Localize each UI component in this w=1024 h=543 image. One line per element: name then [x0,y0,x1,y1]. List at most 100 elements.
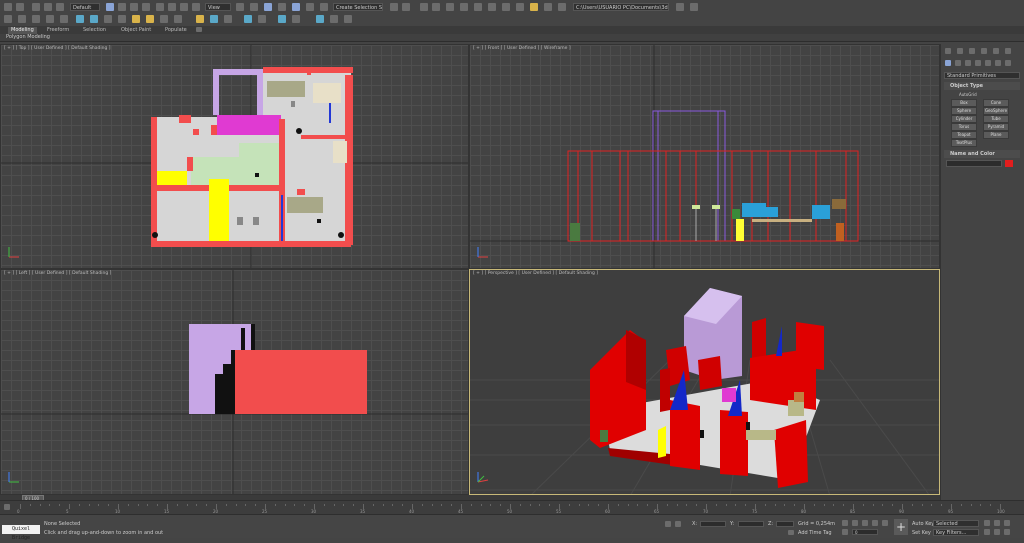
create-cylinder-icon[interactable] [104,15,112,23]
torus-button[interactable]: Torus [951,123,977,131]
polygon-modeling-label[interactable]: Polygon Modeling [6,34,50,40]
snaps-toggle-icon[interactable] [264,3,272,11]
window-crossing-icon[interactable] [142,3,150,11]
tab-populate[interactable]: Populate [162,27,190,34]
arnold-render-icon[interactable] [316,15,324,23]
spinner-snap-icon[interactable] [306,3,314,11]
set-key-button[interactable]: Set Key [912,530,931,536]
curve-editor-icon[interactable] [460,3,468,11]
edit-named-selection-icon[interactable] [320,3,328,11]
viewport-front-label[interactable]: [ + ] [ Front ] [ User Defined ] [ Wiref… [473,46,571,51]
zoom-icon[interactable] [984,520,990,526]
toggle-group-icon[interactable] [60,15,68,23]
orbit-icon[interactable] [994,529,1000,535]
next-frame-icon[interactable] [872,520,878,526]
name-color-rollout-header[interactable]: Name and Color [944,150,1020,158]
placement-icon[interactable] [192,3,200,11]
selection-set-dropdown[interactable]: Selected [933,520,979,527]
create-light-icon[interactable] [132,15,140,23]
particle-flow-icon[interactable] [292,15,300,23]
lock-icon[interactable] [665,521,671,527]
viewport-perspective[interactable]: [ + ] [ Perspective ] [ User Defined ] [… [469,269,940,495]
selection-region-icon[interactable] [18,15,26,23]
add-time-tag[interactable]: Add Time Tag [798,530,832,536]
a360-gallery-icon[interactable] [558,3,566,11]
object-type-rollout-header[interactable]: Object Type [944,82,1020,90]
geosphere-button[interactable]: GeoSphere [983,107,1009,115]
cylinder-button[interactable]: Cylinder [951,115,977,123]
select-tool-icon[interactable] [4,15,12,23]
scale-icon[interactable] [180,3,188,11]
project-folder-icon[interactable] [676,3,684,11]
cone-button[interactable]: Cone [983,99,1009,107]
helpers-icon[interactable] [985,60,991,66]
go-to-start-icon[interactable] [842,520,848,526]
zoom-all-icon[interactable] [994,520,1000,526]
viewport-left-label[interactable]: [ + ] [ Left ] [ User Defined ] [ Defaul… [4,271,111,276]
bind-space-warp-icon[interactable] [56,3,64,11]
selection-filter-dropdown[interactable]: Default [70,3,100,11]
open-mini-curve-editor-icon[interactable] [4,504,10,510]
pivot-center-icon[interactable] [236,3,244,11]
schematic-view-icon[interactable] [474,3,482,11]
current-frame-field[interactable]: 0 [852,529,878,535]
project-path-field[interactable]: C:\Users\USUARIO PC\Documents\3ds Max 20… [573,3,669,11]
redo-icon[interactable] [16,3,24,11]
arnold-light-icon[interactable] [330,15,338,23]
align-icon[interactable] [402,3,410,11]
y-coordinate-field[interactable] [738,521,764,527]
shapes-icon[interactable] [955,60,961,66]
rectangular-selection-icon[interactable] [130,3,138,11]
pyramid-button[interactable]: Pyramid [983,123,1009,131]
unlink-icon[interactable] [44,3,52,11]
object-name-field[interactable] [946,160,1002,167]
quixel-bridge-button[interactable]: Quixel Bridge [2,525,40,541]
set-keys-plus-icon[interactable]: + [894,519,908,535]
geometry-icon[interactable] [945,60,951,66]
utilities-tab-icon[interactable] [1005,48,1011,54]
select-by-name-icon[interactable] [118,3,126,11]
fluid-icon[interactable] [278,15,286,23]
angle-snap-icon[interactable] [278,3,286,11]
hierarchy-tab-icon[interactable] [969,48,975,54]
create-plane-icon[interactable] [118,15,126,23]
z-coordinate-field[interactable] [776,521,794,527]
object-color-swatch[interactable] [1005,160,1013,167]
cameras-icon[interactable] [975,60,981,66]
create-tab-icon[interactable] [945,48,951,54]
material-editor-icon[interactable] [488,3,496,11]
create-sphere-icon[interactable] [90,15,98,23]
go-to-end-icon[interactable] [882,520,888,526]
create-box-icon[interactable] [76,15,84,23]
undo-icon[interactable] [4,3,12,11]
viewport-perspective-label[interactable]: [ + ] [ Perspective ] [ User Defined ] [… [473,271,598,276]
render-production-icon[interactable] [530,3,538,11]
space-warps-icon[interactable] [995,60,1001,66]
mirror-icon[interactable] [390,3,398,11]
viewport-left[interactable]: [ + ] [ Left ] [ User Defined ] [ Defaul… [0,269,469,495]
box-button[interactable]: Box [951,99,977,107]
create-helper-icon[interactable] [160,15,168,23]
primitive-type-dropdown[interactable]: Standard Primitives [944,72,1020,79]
viewport-top-label[interactable]: [ + ] [ Top ] [ User Defined ] [ Default… [4,46,111,51]
key-filters-button[interactable]: Key Filters... [933,529,979,536]
arnold-settings-icon[interactable] [344,15,352,23]
viewport-top[interactable]: [ + ] [ Top ] [ User Defined ] [ Default… [0,44,469,269]
select-object-icon[interactable] [106,3,114,11]
toggle-scene-explorer-icon[interactable] [420,3,428,11]
shader-icon[interactable] [224,15,232,23]
move-icon[interactable] [156,3,164,11]
lasso-selection-icon[interactable] [32,15,40,23]
lights-icon[interactable] [965,60,971,66]
create-camera-icon[interactable] [146,15,154,23]
link-icon[interactable] [32,3,40,11]
tab-freeform[interactable]: Freeform [44,27,72,34]
sphere-button[interactable]: Sphere [951,107,977,115]
environment-icon[interactable] [210,15,218,23]
play-icon[interactable] [862,520,868,526]
percent-snap-icon[interactable] [292,3,300,11]
systems-icon[interactable] [1005,60,1011,66]
project-settings-icon[interactable] [690,3,698,11]
render-setup-icon[interactable] [502,3,510,11]
toggle-ribbon-icon[interactable] [446,3,454,11]
